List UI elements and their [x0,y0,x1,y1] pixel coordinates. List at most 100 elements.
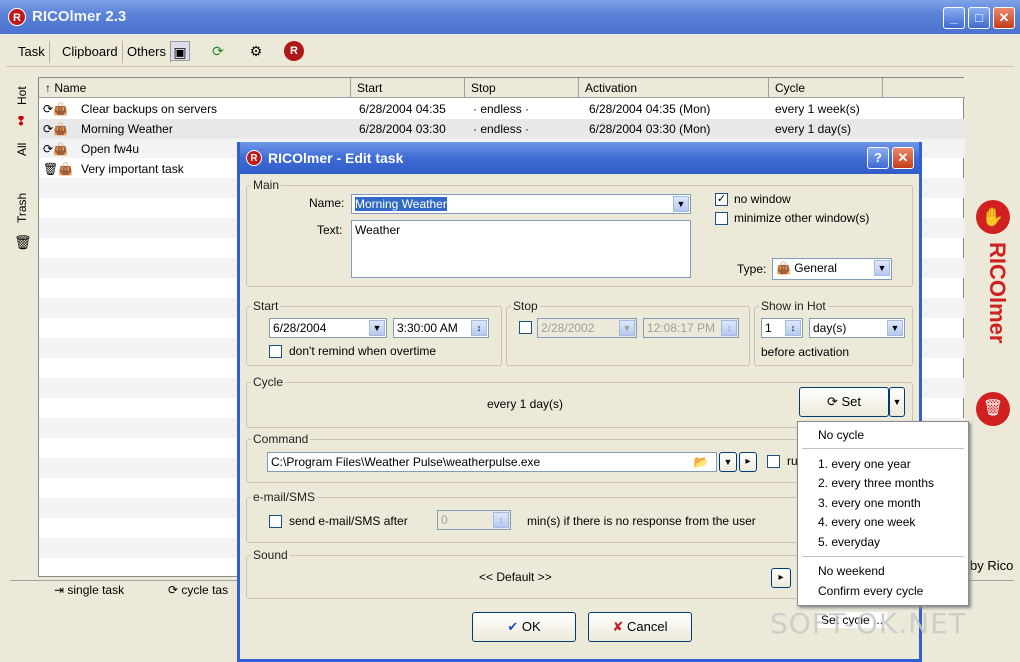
spinner-icon[interactable]: ↕ [721,320,737,336]
main-group: Main Name: Morning Weather ▼ Text: Weath… [246,178,913,287]
chevron-down-icon[interactable]: ▼ [619,320,635,336]
stop-group-label: Stop [511,299,540,313]
table-row[interactable]: ⟳👜 Clear backups on servers 6/28/2004 04… [39,99,965,119]
dialog-title-bar: R RICOlmer - Edit task ? ✕ [240,142,919,174]
command-field[interactable]: C:\Program Files\Weather Pulse\weatherpu… [267,452,717,472]
play-sound-button[interactable]: ▸ [771,568,791,588]
folder-icon[interactable]: 📂 [691,452,711,472]
name-field[interactable]: Morning Weather ▼ [351,194,691,214]
stop-enabled-checkbox[interactable] [519,321,532,334]
refresh-icon[interactable]: ⟳ [208,41,228,61]
cycle-task-icon: ⟳👜 [43,122,68,136]
hot-unit-select[interactable]: day(s) ▼ [809,318,905,338]
start-date-field[interactable]: 6/28/2004 ▼ [269,318,387,338]
clipboard-menu-button[interactable]: Clipboard [58,41,123,63]
cycle-task-icon: ⟳👜 [43,142,68,156]
window-icon[interactable]: ▣ [170,41,190,61]
column-start[interactable]: Start [351,78,465,98]
hot-indicator-icon: ❢ [16,114,27,128]
sound-group-label: Sound [251,548,290,562]
send-email-checkbox[interactable] [269,515,282,528]
checkmark-icon: ✔ [507,619,522,634]
menu-item-no-weekend[interactable]: No weekend [818,564,885,578]
sort-icon: ↑ [45,81,55,95]
email-sms-group-label: e-mail/SMS [251,490,318,504]
command-group-label: Command [251,432,311,446]
type-label: Type: [737,262,767,276]
dialog-title: RICOlmer - Edit task [268,150,404,166]
others-menu-button[interactable]: Others [123,41,172,63]
brand-panel: ✋ RICOlmer 🗑 [970,180,1018,440]
minimize-other-checkbox[interactable] [715,212,728,225]
menu-item-confirm-every-cycle[interactable]: Confirm every cycle [818,584,923,598]
by-rico-label: by Rico [970,558,1014,573]
maximize-button[interactable]: □ [968,7,990,29]
close-button[interactable]: ✕ [993,7,1015,29]
chevron-down-icon[interactable]: ▼ [369,320,385,336]
app-logo-icon: R [8,8,26,26]
chevron-down-icon[interactable]: ▼ [673,196,689,212]
menu-item-every-three-months[interactable]: 2. every three months [818,476,934,490]
set-cycle-button[interactable]: ⟳ Set [799,387,889,417]
type-select[interactable]: 👜 General ▼ [772,258,892,280]
minimize-button[interactable]: _ [943,7,965,29]
watermark: SOFT-OK.NET [770,607,967,640]
start-time-field[interactable]: 3:30:00 AM ↕ [393,318,489,338]
cycle-icon: ⟳ [826,394,842,409]
table-row[interactable]: ⟳👜 Morning Weather 6/28/2004 03:30 · end… [39,119,965,139]
ok-button[interactable]: ✔ OK [472,612,576,642]
cycle-value: every 1 day(s) [487,397,564,411]
column-stop[interactable]: Stop [465,78,579,98]
arrow-icon: ⇥ [54,583,68,597]
cycle-task-button[interactable]: ⟳ cycle tas [168,583,228,597]
cancel-button[interactable]: ✘ Cancel [588,612,692,642]
sound-value: << Default >> [479,570,552,584]
ricoimer-logo-icon[interactable]: R [284,41,304,61]
tab-all[interactable]: All [10,134,34,164]
tab-trash[interactable]: Trash [10,187,34,229]
show-in-hot-group: Show in Hot 1 ↕ day(s) ▼ before activati… [754,299,913,366]
help-button[interactable]: ? [867,147,889,169]
list-header: ↑ Name Start Stop Activation Cycle [39,78,965,98]
main-title-bar: R RICOlmer 2.3 _ □ ✕ [0,0,1020,34]
menu-item-everyday[interactable]: 5. everyday [818,535,880,549]
column-cycle[interactable]: Cycle [769,78,883,98]
email-minutes-field[interactable]: 0 ↕ [437,510,511,530]
chevron-down-icon[interactable]: ▼ [874,260,890,276]
command-dropdown[interactable]: ▼ [719,452,737,472]
spinner-icon[interactable]: ↕ [493,512,509,528]
chevron-down-icon[interactable]: ▼ [887,320,903,336]
cycle-popup-menu: No cycle 1. every one year 2. every thre… [797,421,969,606]
run-checkbox[interactable] [767,455,780,468]
menu-item-no-cycle[interactable]: No cycle [818,428,864,442]
name-label: Name: [309,196,345,210]
menu-item-every-month[interactable]: 3. every one month [818,496,921,510]
text-area[interactable]: Weather [351,220,691,278]
column-activation[interactable]: Activation [579,78,769,98]
column-name[interactable]: ↑ Name [39,78,351,98]
before-activation-label: before activation [761,345,850,359]
hand-icon: ✋ [976,200,1010,234]
stop-group: Stop 2/28/2002 ▼ 12:08:17 PM ↕ [506,299,750,366]
text-label: Text: [317,223,343,237]
spinner-icon[interactable]: ↕ [471,320,487,336]
stop-date-field[interactable]: 2/28/2002 ▼ [537,318,637,338]
dialog-close-button[interactable]: ✕ [892,147,914,169]
dont-remind-checkbox[interactable] [269,345,282,358]
menu-item-every-week[interactable]: 4. every one week [818,515,915,529]
run-command-button[interactable]: ▸ [739,452,757,472]
cancel-icon: ✘ [612,619,628,634]
task-menu-button[interactable]: Task [14,41,50,63]
trash-brand-icon: 🗑 [976,392,1010,426]
hot-count-field[interactable]: 1 ↕ [761,318,803,338]
single-task-button[interactable]: ⇥ single task [54,583,124,597]
tab-hot[interactable]: Hot [10,76,34,116]
no-window-checkbox[interactable]: ✓ [715,193,728,206]
menu-item-every-year[interactable]: 1. every one year [818,457,911,471]
settings-icon[interactable]: ⚙ [246,41,266,61]
set-cycle-dropdown[interactable]: ▼ [889,387,905,417]
stop-time-field[interactable]: 12:08:17 PM ↕ [643,318,739,338]
minimize-other-label: minimize other window(s) [734,211,870,225]
start-group: Start 6/28/2004 ▼ 3:30:00 AM ↕ don't rem… [246,299,502,366]
spinner-icon[interactable]: ↕ [785,320,801,336]
